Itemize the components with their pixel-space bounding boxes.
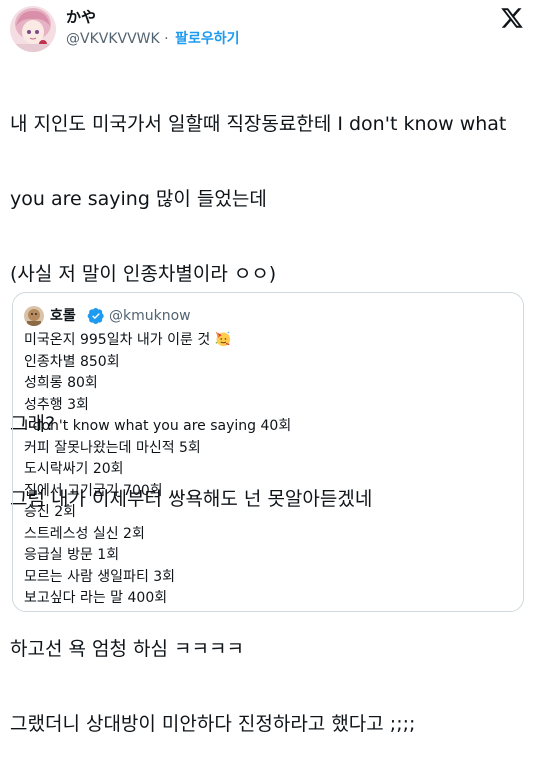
author-avatar[interactable]: [10, 6, 56, 52]
quoted-line: I don't know what you are saying 40회: [24, 418, 292, 434]
quoted-line: 도시락싸기 20회: [24, 461, 124, 477]
quoted-tweet-body: 미국온지 995일차 내가 이룬 것 인종차별 850회 성희롱 80회 성추행…: [24, 330, 514, 610]
tweet-line: (사실 저 말이 인종차별이라 ㅇㅇ): [10, 263, 277, 285]
quoted-line: 성추행 3회: [24, 396, 89, 413]
author-display-name[interactable]: かや: [66, 8, 96, 26]
tweet-line: 그랬더니 상대방이 미안하다 진정하라고 했다고 ;;;;: [10, 713, 416, 735]
tweet-line: 하고선 욕 엄청 하심 ㅋㅋㅋㅋ: [10, 638, 244, 660]
quoted-line: 보고싶다 라는 말 400회: [24, 590, 168, 606]
quoted-line: 성희롱 80회: [24, 375, 98, 391]
quoted-line: 승진 2회: [24, 504, 76, 520]
author-handle[interactable]: @VKVKVVWK: [66, 31, 160, 47]
quoted-handle[interactable]: @kmuknow: [109, 306, 191, 326]
quoted-line: 응급실 방문 1회: [24, 547, 120, 563]
x-logo-icon[interactable]: [500, 6, 524, 30]
quoted-line: 인종차별 850회: [24, 353, 120, 370]
quoted-line-text: 미국온지 995일차 내가 이룬 것: [24, 332, 211, 348]
tweet-line: 내 지인도 미국가서 일할때 직장동료한테 I don't know what: [10, 113, 507, 135]
quoted-author-avatar[interactable]: [24, 306, 44, 326]
quoted-line: 커피 잘못나왔는데 마신적 5회: [24, 439, 201, 456]
quoted-line: 스트레스성 실신 2회: [24, 525, 145, 542]
quoted-line: 집에서 고기굽기 700회: [24, 482, 163, 499]
tweet-line: you are saying 많이 들었는데: [10, 188, 267, 210]
party-face-icon: [214, 330, 231, 347]
verified-badge-icon: [87, 307, 105, 325]
tweet-header: かや @VKVKVVWK · 팔로우하기: [0, 0, 538, 56]
handle-separator: ·: [164, 31, 169, 47]
follow-button[interactable]: 팔로우하기: [175, 31, 239, 47]
quoted-line: 미국온지 995일차 내가 이룬 것: [24, 330, 514, 352]
quoted-tweet-card[interactable]: 호롤 @kmuknow 미국온지 995일차 내가 이룬 것 인종차별 850회…: [12, 292, 524, 612]
quoted-line: 모르는 사람 생일파티 3회: [24, 568, 176, 585]
quoted-display-name[interactable]: 호롤: [50, 306, 76, 326]
author-handle-row: @VKVKVVWK · 팔로우하기: [66, 30, 239, 48]
